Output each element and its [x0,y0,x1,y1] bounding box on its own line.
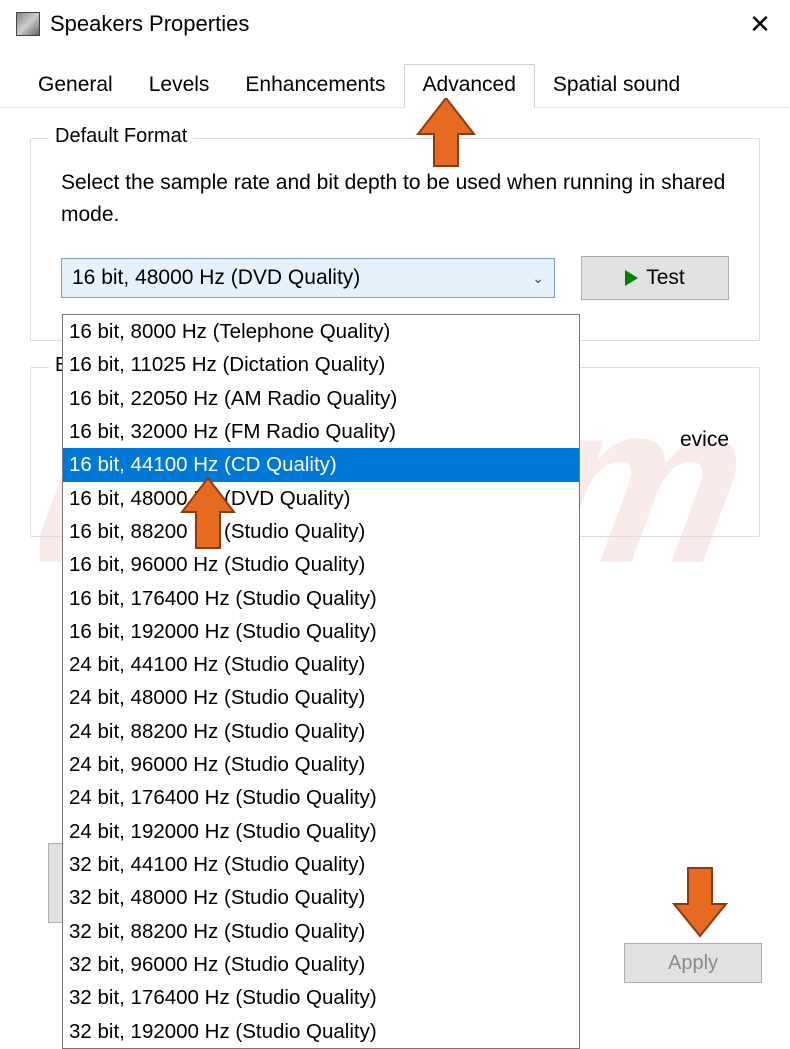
format-option[interactable]: 16 bit, 96000 Hz (Studio Quality) [63,548,579,581]
format-option[interactable]: 24 bit, 176400 Hz (Studio Quality) [63,781,579,814]
format-dropdown[interactable]: 16 bit, 48000 Hz (DVD Quality) ⌄ [61,258,555,298]
exclusive-mode-text-fragment: evice [680,428,729,452]
format-option[interactable]: 16 bit, 22050 Hz (AM Radio Quality) [63,382,579,415]
annotation-arrow-down-icon [672,866,728,938]
test-button-label: Test [646,266,685,290]
play-icon [625,270,638,286]
format-option[interactable]: 24 bit, 44100 Hz (Studio Quality) [63,648,579,681]
tab-bar: General Levels Enhancements Advanced Spa… [0,48,790,108]
default-format-legend: Default Format [49,125,193,148]
format-option[interactable]: 24 bit, 48000 Hz (Studio Quality) [63,681,579,714]
format-option[interactable]: 32 bit, 96000 Hz (Studio Quality) [63,948,579,981]
window-title: Speakers Properties [50,11,730,37]
tab-enhancements[interactable]: Enhancements [227,65,403,107]
format-option[interactable]: 24 bit, 88200 Hz (Studio Quality) [63,715,579,748]
titlebar: Speakers Properties ✕ [0,0,790,48]
format-option[interactable]: 16 bit, 88200 Hz (Studio Quality) [63,515,579,548]
format-dropdown-list[interactable]: 16 bit, 8000 Hz (Telephone Quality) 16 b… [62,314,580,1049]
chevron-down-icon: ⌄ [532,270,544,287]
format-option[interactable]: 16 bit, 192000 Hz (Studio Quality) [63,615,579,648]
format-option[interactable]: 24 bit, 192000 Hz (Studio Quality) [63,815,579,848]
tab-advanced[interactable]: Advanced [404,64,535,108]
format-option[interactable]: 16 bit, 8000 Hz (Telephone Quality) [63,315,579,348]
format-option[interactable]: 16 bit, 48000 Hz (DVD Quality) [63,482,579,515]
tab-general[interactable]: General [20,65,131,107]
format-dropdown-value: 16 bit, 48000 Hz (DVD Quality) [72,266,360,290]
format-option[interactable]: 24 bit, 96000 Hz (Studio Quality) [63,748,579,781]
format-option[interactable]: 32 bit, 48000 Hz (Studio Quality) [63,881,579,914]
tab-spatial-sound[interactable]: Spatial sound [535,65,698,107]
close-icon: ✕ [749,9,771,40]
speaker-icon [16,12,40,36]
default-format-description: Select the sample rate and bit depth to … [61,167,729,230]
format-option[interactable]: 32 bit, 176400 Hz (Studio Quality) [63,981,579,1014]
format-option-highlighted[interactable]: 16 bit, 44100 Hz (CD Quality) [63,448,579,481]
format-option[interactable]: 16 bit, 11025 Hz (Dictation Quality) [63,348,579,381]
tab-levels[interactable]: Levels [131,65,228,107]
test-button[interactable]: Test [581,256,729,300]
close-button[interactable]: ✕ [730,0,790,48]
format-option[interactable]: 32 bit, 192000 Hz (Studio Quality) [63,1015,579,1048]
format-option[interactable]: 32 bit, 88200 Hz (Studio Quality) [63,915,579,948]
default-format-group: Default Format Select the sample rate an… [30,138,760,341]
apply-button[interactable]: Apply [624,943,762,983]
format-option[interactable]: 16 bit, 32000 Hz (FM Radio Quality) [63,415,579,448]
format-option[interactable]: 16 bit, 176400 Hz (Studio Quality) [63,582,579,615]
format-option[interactable]: 32 bit, 44100 Hz (Studio Quality) [63,848,579,881]
